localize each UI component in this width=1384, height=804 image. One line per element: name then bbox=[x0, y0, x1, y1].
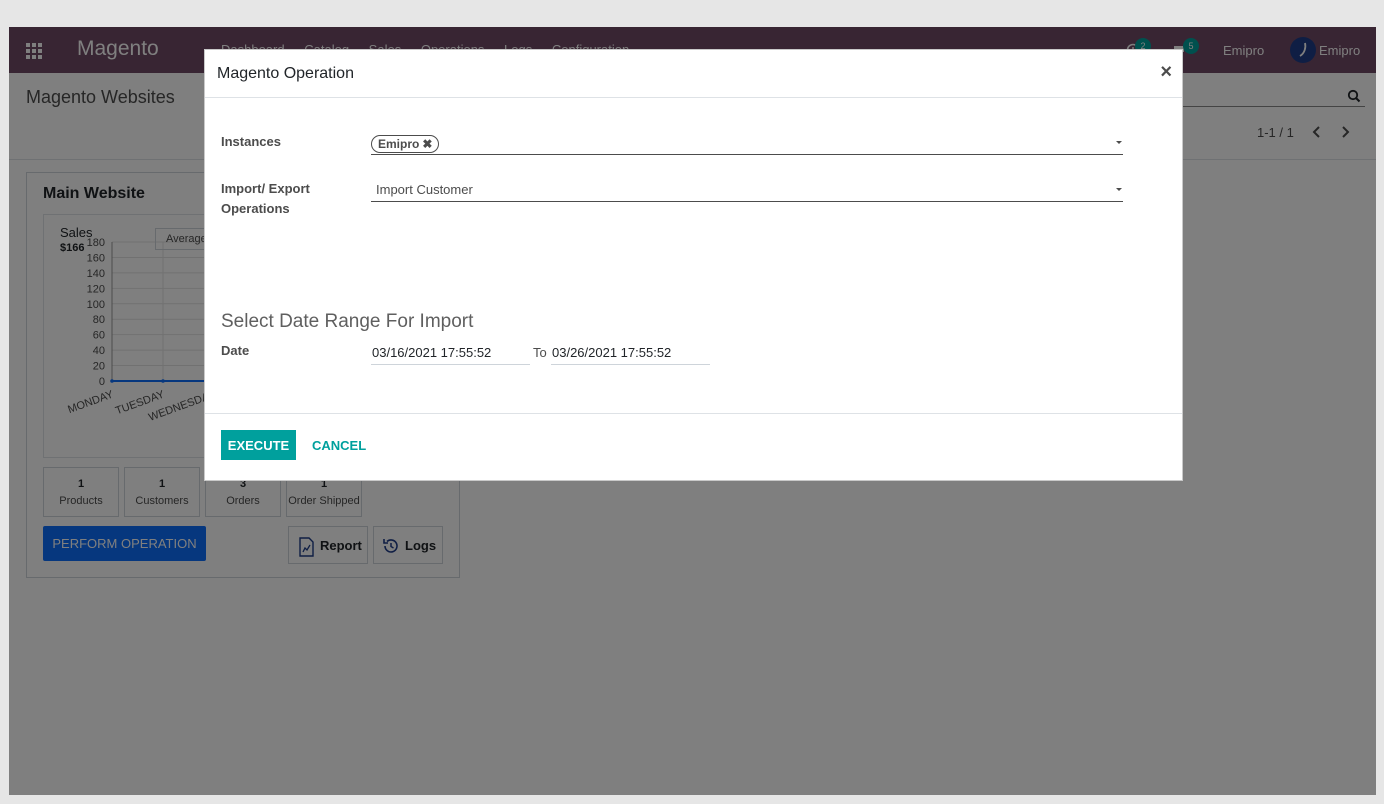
tag-remove-icon[interactable]: ✖ bbox=[422, 137, 432, 151]
instances-field[interactable]: Emipro ✖ bbox=[371, 129, 1123, 155]
dialog-header: Magento Operation × bbox=[205, 50, 1182, 98]
operations-value: Import Customer bbox=[376, 182, 473, 197]
cancel-button[interactable]: CANCEL bbox=[305, 430, 373, 460]
instance-tag: Emipro ✖ bbox=[371, 135, 440, 153]
date-range-section-title: Select Date Range For Import bbox=[221, 311, 474, 332]
close-icon[interactable]: × bbox=[1160, 62, 1172, 82]
magento-operation-dialog: Magento Operation × Instances Emipro ✖ Im… bbox=[204, 49, 1183, 481]
operations-select[interactable]: Import Customer bbox=[371, 176, 1123, 202]
date-to-input[interactable]: 03/26/2021 17:55:52 bbox=[551, 345, 710, 365]
dropdown-caret-icon[interactable] bbox=[1116, 141, 1122, 144]
app-window: Magento Dashboard Catalog Sales Operatio… bbox=[9, 27, 1376, 795]
execute-button[interactable]: EXECUTE bbox=[221, 430, 296, 460]
instance-tag-label: Emipro bbox=[378, 137, 420, 151]
operations-label: Import/ Export Operations bbox=[221, 179, 310, 219]
date-label: Date bbox=[221, 343, 250, 358]
instances-label: Instances bbox=[221, 134, 281, 149]
dialog-title: Magento Operation bbox=[217, 65, 354, 82]
operations-label-line1: Import/ Export bbox=[221, 181, 310, 196]
operations-label-line2: Operations bbox=[221, 201, 290, 216]
to-label: To bbox=[533, 345, 547, 360]
dropdown-caret-icon[interactable] bbox=[1116, 188, 1122, 191]
dialog-footer: EXECUTE CANCEL bbox=[205, 413, 1182, 481]
date-from-input[interactable]: 03/16/2021 17:55:52 bbox=[371, 345, 530, 365]
